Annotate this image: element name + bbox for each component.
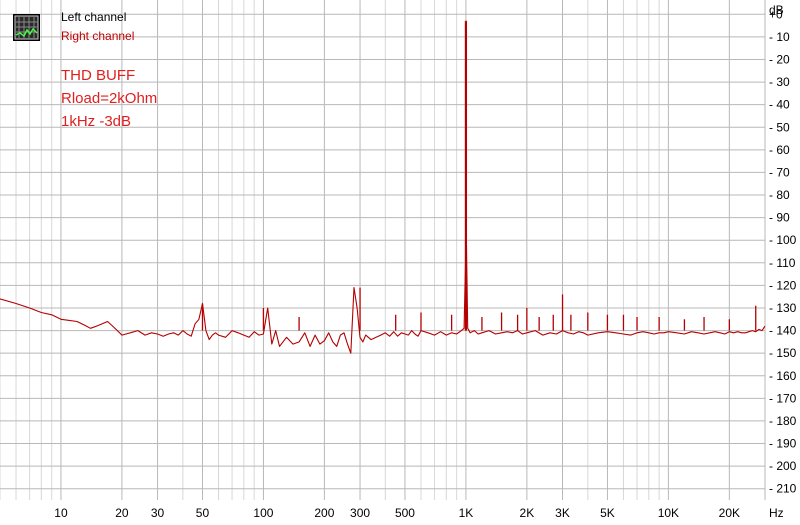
x-tick-label: 20K	[719, 506, 740, 520]
y-tick-label: - 100	[769, 233, 797, 247]
x-tick-label: 500	[395, 506, 415, 520]
x-tick-label: 20	[115, 506, 129, 520]
x-unit-label: Hz	[769, 506, 784, 520]
y-tick-label: - 200	[769, 459, 797, 473]
y-tick-label: - 190	[769, 437, 797, 451]
x-tick-label: 100	[253, 506, 273, 520]
y-tick-label: - 140	[769, 324, 797, 338]
y-tick-label: - 70	[769, 165, 790, 179]
x-tick-label: 1K	[459, 506, 474, 520]
fft-spectrum-chart: +0- 10- 20- 30- 40- 50- 60- 70- 80- 90- …	[0, 0, 800, 525]
annotation-line-3: 1kHz -3dB	[61, 113, 131, 130]
y-tick-label: - 210	[769, 482, 797, 496]
x-tick-label: 3K	[555, 506, 570, 520]
y-tick-label: - 20	[769, 52, 790, 66]
y-tick-label: - 120	[769, 278, 797, 292]
legend-entry-right-channel: Right channel	[61, 29, 134, 43]
y-tick-label: - 170	[769, 391, 797, 405]
y-unit-label: dB	[769, 3, 784, 17]
y-tick-label: - 80	[769, 188, 790, 202]
x-tick-label: 200	[314, 506, 334, 520]
y-tick-label: - 180	[769, 414, 797, 428]
y-tick-label: - 150	[769, 346, 797, 360]
annotation-line-2: Rload=2kOhm	[61, 90, 157, 107]
x-tick-label: 300	[350, 506, 370, 520]
x-tick-label: 10	[54, 506, 68, 520]
y-tick-label: - 30	[769, 75, 790, 89]
y-tick-label: - 60	[769, 143, 790, 157]
y-tick-label: - 130	[769, 301, 797, 315]
y-tick-label: - 40	[769, 98, 790, 112]
y-tick-label: - 50	[769, 120, 790, 134]
x-tick-label: 2K	[520, 506, 535, 520]
y-tick-label: - 90	[769, 211, 790, 225]
y-tick-label: - 110	[769, 256, 796, 270]
y-tick-label: - 10	[769, 30, 790, 44]
x-tick-label: 30	[151, 506, 165, 520]
x-tick-label: 10K	[658, 506, 679, 520]
annotation-line-1: THD BUFF	[61, 67, 135, 84]
x-tick-label: 50	[196, 506, 210, 520]
legend-entry-left-channel: Left channel	[61, 10, 126, 24]
x-tick-label: 5K	[600, 506, 615, 520]
y-tick-label: - 160	[769, 369, 797, 383]
